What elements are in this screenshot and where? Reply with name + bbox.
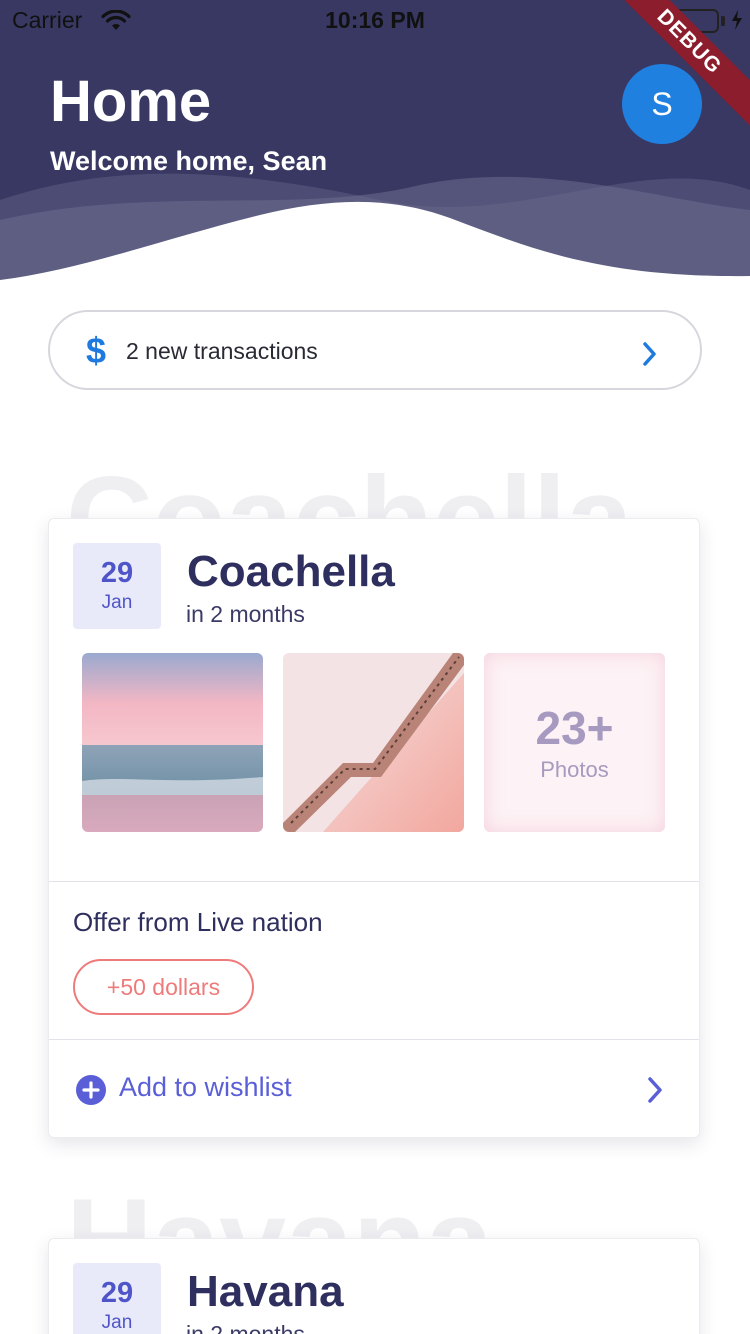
event-title: Havana (187, 1267, 344, 1316)
chevron-right-icon[interactable] (645, 1075, 665, 1105)
event-card-coachella[interactable]: 29 Jan Coachella in 2 months 23+ Photos … (48, 518, 700, 1138)
date-day: 29 (100, 557, 134, 589)
date-badge: 29 Jan (73, 543, 161, 629)
event-photo-beach[interactable] (82, 653, 263, 832)
charging-icon (732, 10, 742, 30)
welcome-subtitle: Welcome home, Sean (50, 146, 328, 176)
ghost-event-title: Coachella (66, 452, 633, 520)
more-photos-tile[interactable]: 23+ Photos (484, 653, 665, 832)
event-card-havana[interactable]: 29 Jan Havana in 2 months (48, 1238, 700, 1334)
photo-count-label: Photos (540, 757, 609, 782)
date-month: Jan (101, 592, 133, 613)
add-to-wishlist-button[interactable]: Add to wishlist (119, 1072, 292, 1103)
avatar[interactable]: S (622, 64, 702, 144)
card-divider (49, 881, 699, 882)
transactions-button[interactable]: $ 2 new transactions (48, 310, 702, 390)
event-countdown: in 2 months (186, 1321, 305, 1334)
event-title: Coachella (187, 547, 395, 596)
header-waves (0, 173, 750, 290)
card-divider (49, 1039, 699, 1040)
offer-badge[interactable]: +50 dollars (73, 959, 254, 1015)
ghost-event-title: Havana (66, 1172, 493, 1240)
date-badge: 29 Jan (73, 1263, 161, 1334)
transactions-label: 2 new transactions (126, 338, 318, 364)
stairs-photo-graphic (283, 653, 464, 832)
add-circle-icon[interactable] (75, 1074, 107, 1106)
header-banner: Home Welcome home, Sean S (0, 0, 750, 290)
date-day: 29 (100, 1277, 134, 1309)
beach-photo-graphic (82, 653, 263, 832)
event-photo-stairs[interactable] (283, 653, 464, 832)
dollar-icon: $ (86, 330, 107, 371)
battery-tip (721, 16, 725, 26)
page-title: Home (50, 69, 212, 134)
event-countdown: in 2 months (186, 601, 305, 627)
chevron-right-icon (643, 342, 656, 366)
date-month: Jan (101, 1312, 133, 1333)
offer-title: Offer from Live nation (73, 907, 323, 937)
photo-count: 23+ (535, 702, 614, 754)
